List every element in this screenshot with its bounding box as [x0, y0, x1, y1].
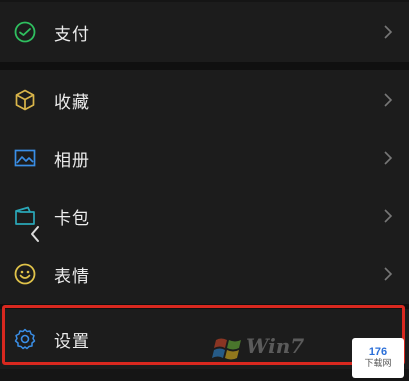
chevron-right-icon [384, 93, 393, 107]
back-gesture-icon[interactable] [28, 224, 42, 244]
menu-item-pay[interactable]: 支付 [0, 2, 409, 62]
logo-number: 176 [368, 346, 388, 358]
chevron-right-icon [384, 151, 393, 165]
menu-item-card-wallet[interactable]: 卡包 [0, 186, 409, 246]
menu-item-label: 收藏 [54, 92, 90, 113]
watermark-text: Win7 [246, 334, 305, 358]
menu-item-label: 卡包 [54, 208, 90, 229]
album-image-icon [12, 145, 38, 171]
favorites-cube-icon [12, 87, 38, 113]
menu-item-label: 支付 [54, 24, 90, 45]
smiley-icon [12, 261, 38, 287]
logo-subtitle: 下载网 [364, 359, 392, 369]
win7-watermark: Win7 [212, 330, 352, 378]
wechat-pay-icon [12, 19, 38, 45]
menu-item-favorites[interactable]: 收藏 [0, 70, 409, 130]
windows-logo-icon [212, 338, 241, 360]
menu-item-label: 相册 [54, 150, 90, 171]
chevron-right-icon [384, 209, 393, 223]
site-logo-watermark: 176 下载网 [352, 338, 404, 378]
menu-item-album[interactable]: 相册 [0, 128, 409, 188]
menu-item-stickers[interactable]: 表情 [0, 244, 409, 304]
menu-item-label: 表情 [54, 266, 90, 287]
chevron-right-icon [384, 25, 393, 39]
section-divider [0, 62, 409, 70]
chevron-right-icon [384, 267, 393, 281]
